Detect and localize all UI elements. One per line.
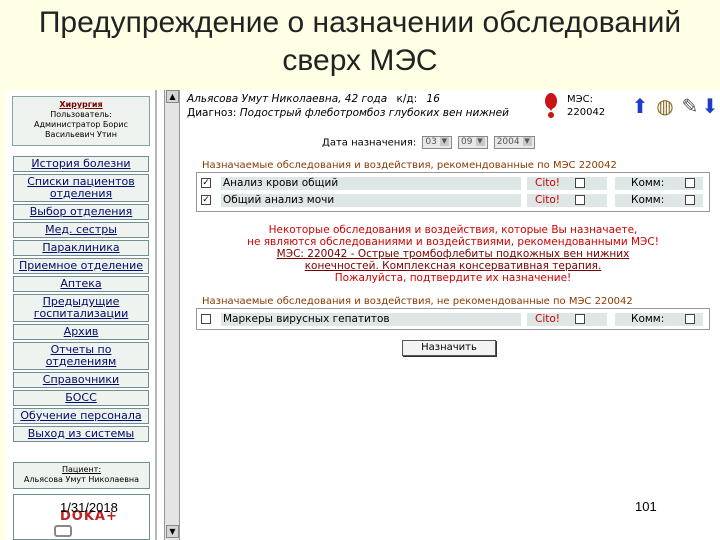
department-name[interactable]: Хирургия [13, 100, 149, 110]
user-name-1: Администратор Борис [34, 120, 128, 129]
arrow-up-icon[interactable]: ⬆ [629, 94, 651, 118]
warning-line: не являются обследованиями и воздействия… [247, 236, 659, 248]
arrow-down-icon[interactable]: ⬇ [699, 94, 720, 118]
nav-item-logout[interactable]: Выход из системы [13, 426, 149, 442]
patient-label: Пациент: [61, 465, 102, 474]
komm-checkbox[interactable] [685, 178, 695, 188]
nav-item-reports[interactable]: Отчеты по отделениям [13, 342, 149, 370]
cito-checkbox[interactable] [575, 195, 585, 205]
not-recommended-title: Назначаемые обследования и воздействия, … [202, 296, 633, 307]
chevron-down-icon: ▼ [439, 137, 449, 146]
year-select[interactable]: 2004 ▼ [493, 136, 535, 149]
assign-button[interactable]: Назначить [402, 340, 496, 356]
mes-link-cont[interactable]: конечностей. Комплексная консервативная … [196, 260, 710, 272]
logo-icon [54, 525, 72, 537]
cito-label: Cito! [535, 194, 560, 206]
year-value: 2004 [496, 137, 520, 147]
mes-block: МЭС: 220042 [567, 93, 605, 119]
nav-item-select-department[interactable]: Выбор отделения [13, 204, 149, 220]
nav-item-nurses[interactable]: Мед. сестры [13, 222, 149, 238]
exclamation-icon [545, 93, 557, 118]
user-label: Пользователь: [50, 110, 112, 119]
month-select[interactable]: 09 ▼ [458, 136, 488, 149]
date-label: Дата назначения: [322, 137, 417, 149]
patient-line: Альясова Умут Николаевна, 42 года к/д: 1… [187, 93, 440, 105]
nav-item-archive[interactable]: Архив [13, 324, 149, 340]
komm-label: Комм: [631, 313, 665, 325]
nav-menu: История болезни Списки пациентов отделен… [13, 156, 150, 444]
cito-field: Cito! [527, 177, 607, 190]
nav-item-patient-lists[interactable]: Списки пациентов отделения [13, 174, 149, 202]
nav-item-boss[interactable]: БОСС [13, 390, 149, 406]
chevron-down-icon: ▼ [475, 137, 485, 146]
diagnosis-line: Диагноз: Подострый флеботромбоз глубоких… [187, 107, 509, 119]
day-select[interactable]: 03 ▼ [422, 136, 452, 149]
day-value: 03 [425, 137, 437, 147]
nav-item-training[interactable]: Обучение персонала [13, 408, 149, 424]
left-nav: Хирургия Пользователь: Администратор Бор… [6, 90, 157, 540]
row-label: Маркеры вирусных гепатитов [221, 313, 521, 326]
slide-page-number: 101 [635, 499, 657, 514]
chevron-down-icon: ▼ [522, 137, 532, 146]
cito-label: Cito! [535, 177, 560, 189]
row-label: Общий анализ мочи [221, 194, 521, 207]
nav-item-pharmacy[interactable]: Аптека [13, 276, 149, 292]
recommended-title: Назначаемые обследования и воздействия, … [202, 160, 617, 171]
recommended-row: ✓ Анализ крови общий Cito! Комм: [197, 175, 709, 192]
mes-label: МЭС: [567, 94, 593, 105]
row-checkbox[interactable] [201, 314, 211, 324]
row-label: Анализ крови общий [221, 177, 521, 190]
warning-line: Некоторые обследования и воздействия, ко… [268, 224, 638, 236]
row-checkbox[interactable]: ✓ [201, 195, 211, 205]
globe-icon[interactable]: ◍ [654, 94, 676, 118]
month-value: 09 [461, 137, 473, 147]
recommended-box: ✓ Анализ крови общий Cito! Комм: ✓ Общий… [196, 172, 710, 212]
patient-box: Пациент: Альясова Умут Николаевна [13, 462, 150, 489]
mes-value: 220042 [567, 107, 606, 118]
nav-item-history[interactable]: История болезни [13, 156, 149, 172]
department-box: Хирургия Пользователь: Администратор Бор… [12, 96, 150, 146]
not-recommended-row: Маркеры вирусных гепатитов Cito! Комм: [197, 311, 709, 328]
patient-name: Альясова Умут Николаевна [23, 475, 140, 484]
nav-item-admission[interactable]: Приемное отделение [13, 258, 149, 274]
cito-field: Cito! [527, 313, 607, 326]
app-screenshot: Хирургия Пользователь: Администратор Бор… [6, 90, 720, 540]
slide-title: Предупреждение о назначении обследований… [0, 0, 720, 90]
recommended-row: ✓ Общий анализ мочи Cito! Комм: [197, 192, 709, 209]
nav-item-references[interactable]: Справочники [13, 372, 149, 388]
patient-full-name: Альясова Умут Николаевна, 42 года [187, 93, 388, 105]
nav-item-paraclinic[interactable]: Параклиника [13, 240, 149, 256]
kd-value: 16 [426, 93, 440, 105]
scroll-down-icon[interactable]: ▼ [166, 525, 179, 538]
nav-item-previous-stays[interactable]: Предыдущие госпитализации [13, 294, 149, 322]
cito-field: Cito! [527, 194, 607, 207]
cito-checkbox[interactable] [575, 314, 585, 324]
warning-line: Пожалуйста, подтвердите их назначение! [334, 272, 572, 284]
kd-label: к/д: [396, 93, 418, 105]
komm-label: Комм: [631, 177, 665, 189]
komm-checkbox[interactable] [685, 314, 695, 324]
slide-title-line2: сверх МЭС [282, 44, 438, 77]
scroll-up-icon[interactable]: ▲ [166, 90, 179, 103]
main-panel: Альясова Умут Николаевна, 42 года к/д: 1… [182, 90, 720, 540]
cito-label: Cito! [535, 313, 560, 325]
mes-warning: Некоторые обследования и воздействия, ко… [196, 224, 710, 284]
date-row: Дата назначения: 03 ▼ 09 ▼ 2004 ▼ [322, 136, 535, 149]
user-name-2: Васильевич Утин [45, 130, 117, 139]
not-recommended-box: Маркеры вирусных гепатитов Cito! Комм: [196, 308, 710, 330]
mes-link[interactable]: МЭС: 220042 - Острые тромбофлебиты подко… [196, 248, 710, 260]
komm-checkbox[interactable] [685, 195, 695, 205]
vertical-scrollbar[interactable]: ▲ ▼ [164, 90, 180, 540]
row-checkbox[interactable]: ✓ [201, 178, 211, 188]
slide-date: 1/31/2018 [60, 500, 118, 515]
cito-checkbox[interactable] [575, 178, 585, 188]
edit-icon[interactable]: ✎ [679, 94, 701, 118]
diagnosis-value: Подострый флеботромбоз глубоких вен нижн… [239, 107, 509, 119]
slide-title-line1: Предупреждение о назначении обследований [38, 6, 682, 39]
komm-field: Комм: [615, 194, 703, 207]
diagnosis-label: Диагноз: [187, 107, 237, 119]
komm-field: Комм: [615, 313, 703, 326]
komm-field: Комм: [615, 177, 703, 190]
komm-label: Комм: [631, 194, 665, 206]
